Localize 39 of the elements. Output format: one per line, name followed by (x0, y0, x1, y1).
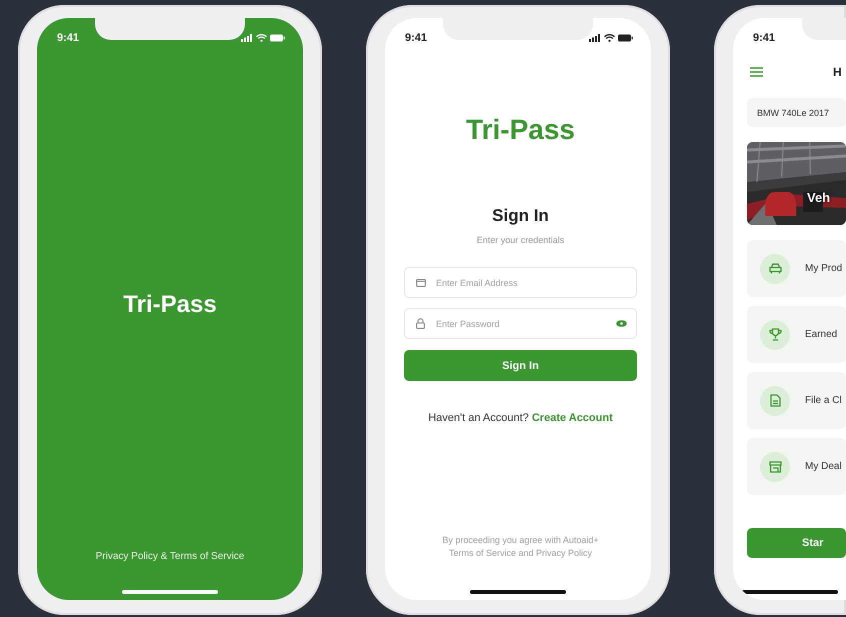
password-field[interactable]: Enter Password (404, 308, 637, 339)
status-time: 9:41 (57, 32, 80, 44)
menu-item[interactable]: My Prod (747, 240, 846, 297)
trophy-icon (768, 328, 782, 341)
menu-label: My Prod (805, 263, 842, 274)
battery-icon (618, 34, 633, 42)
menu-item[interactable]: File a Cl (747, 372, 846, 429)
menu-label: Earned (805, 329, 838, 340)
legal-notice: By proceeding you agree with Autoaid+ Terms of Service and Privacy Policy (441, 534, 600, 560)
status-time: 9:41 (753, 32, 776, 44)
signal-icon (589, 34, 601, 42)
app-logo: Tri-Pass (466, 113, 575, 147)
vehicle-selector[interactable]: BMW 740Le 2017 (747, 98, 846, 127)
start-button[interactable]: Star (747, 528, 846, 558)
screen-title: H (833, 65, 842, 79)
status-time: 9:41 (405, 32, 428, 44)
menu-label: File a Cl (805, 395, 842, 406)
wifi-icon (256, 34, 267, 42)
app-logo: Tri-Pass (123, 291, 217, 319)
signal-icon (241, 34, 253, 42)
create-account-link[interactable]: Create Account (532, 412, 613, 424)
vehicle-banner[interactable]: Veh (747, 142, 846, 225)
account-prompt: Haven't an Account? (428, 412, 529, 424)
battery-icon (270, 34, 285, 42)
wifi-icon (604, 34, 615, 42)
screen-heading: Sign In (492, 205, 549, 227)
screen-subheading: Enter your credentials (476, 234, 564, 246)
car-icon (768, 263, 782, 274)
menu-item[interactable]: My Deal (747, 438, 846, 495)
menu-item[interactable]: Earned (747, 306, 846, 363)
lock-icon (416, 318, 425, 329)
storefront-icon (768, 460, 782, 472)
sign-in-button[interactable]: Sign In (404, 350, 637, 381)
email-field[interactable]: Enter Email Address (404, 267, 637, 298)
menu-icon[interactable] (750, 67, 763, 77)
menu-label: My Deal (805, 461, 842, 472)
envelope-icon (416, 278, 426, 286)
eye-icon[interactable] (616, 320, 627, 327)
document-icon (770, 394, 780, 407)
